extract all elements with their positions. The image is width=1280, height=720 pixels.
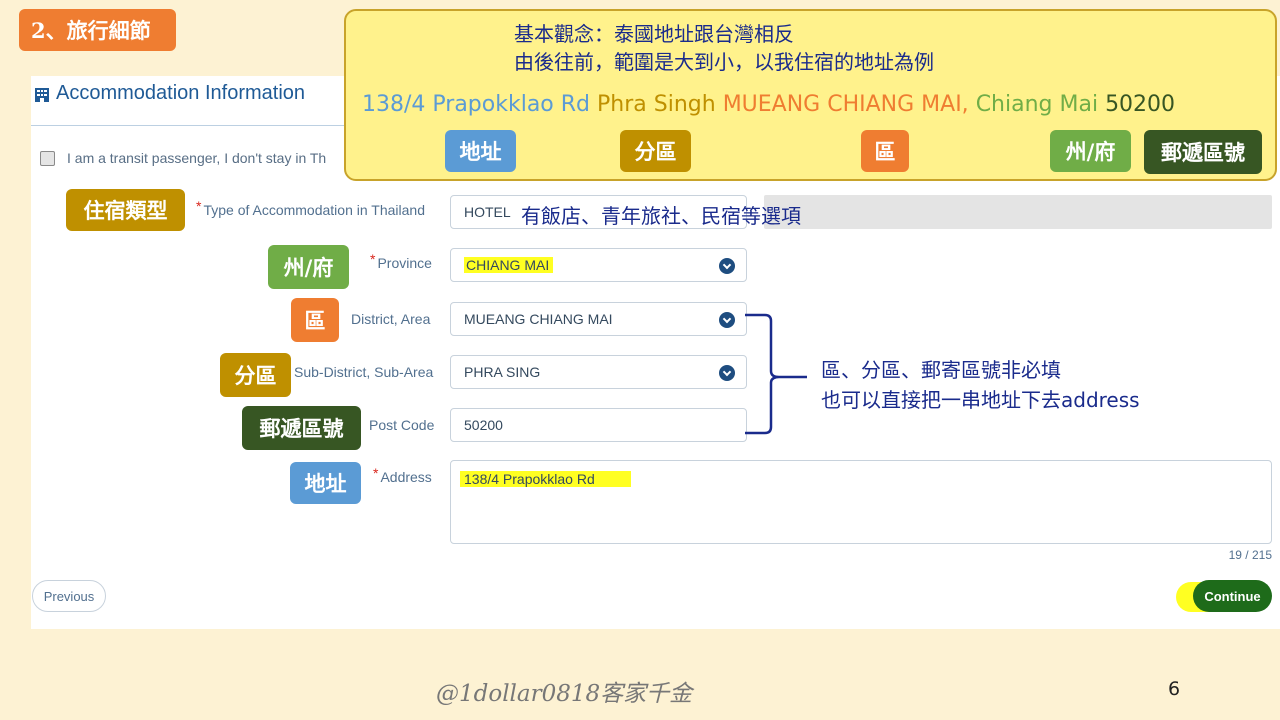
district-tag: 區	[291, 298, 339, 342]
previous-button[interactable]: Previous	[32, 580, 106, 612]
chevron-down-icon	[719, 365, 735, 381]
district-label: District, Area	[351, 311, 431, 327]
postcode-input[interactable]: 50200	[450, 408, 747, 442]
callout-tag-postcode: 郵遞區號	[1144, 130, 1262, 174]
address-example: 138/4 Prapokklao Rd Phra Singh MUEANG CH…	[362, 92, 1175, 117]
transit-label: I am a transit passenger, I don't stay i…	[67, 150, 327, 166]
postcode-value: 50200	[464, 417, 503, 433]
title-divider	[31, 125, 346, 126]
callout-tag-district: 區	[861, 130, 909, 172]
postcode-label: Post Code	[369, 417, 435, 433]
province-tag: 州/府	[268, 245, 349, 289]
type-value: HOTEL	[464, 204, 511, 220]
type-note: 有飯店、青年旅社、民宿等選項	[521, 204, 801, 228]
form-title: Accommodation Information	[34, 82, 305, 105]
addr-district: MUEANG CHIANG MAI,	[722, 92, 969, 117]
brace-bracket	[745, 313, 807, 435]
page-number: 6	[1168, 678, 1181, 700]
callout-tag-address: 地址	[445, 130, 516, 172]
type-label: * Type of Accommodation in Thailand	[196, 198, 425, 218]
subdistrict-label: Sub-District, Sub-Area	[294, 364, 434, 380]
callout-tag-subdistrict: 分區	[620, 130, 691, 172]
transit-row[interactable]: I am a transit passenger, I don't stay i…	[40, 150, 326, 166]
type-extra-field	[764, 195, 1272, 229]
province-label: * Province	[370, 251, 432, 271]
addr-province: Chiang Mai	[975, 92, 1099, 117]
form-title-text: Accommodation Information	[56, 82, 306, 104]
district-value: MUEANG CHIANG MAI	[464, 311, 613, 327]
chevron-down-icon	[719, 312, 735, 328]
subdistrict-tag: 分區	[220, 353, 291, 397]
transit-checkbox[interactable]	[40, 150, 55, 166]
section-badge: 2、旅行細節	[19, 9, 176, 51]
addr-street: 138/4 Prapokklao Rd	[362, 92, 591, 117]
address-char-count: 19 / 215	[1228, 548, 1272, 562]
continue-button[interactable]: Continue	[1193, 580, 1272, 612]
callout-line-2: 由後往前，範圍是大到小，以我住宿的地址為例	[514, 50, 934, 74]
province-value: CHIANG MAI	[464, 257, 554, 273]
subdistrict-select[interactable]: PHRA SING	[450, 355, 747, 389]
type-tag: 住宿類型	[66, 189, 185, 231]
province-select[interactable]: CHIANG MAI	[450, 248, 747, 282]
addr-subdistrict: Phra Singh	[597, 92, 716, 117]
optional-note-line-2: 也可以直接把一串地址下去address	[821, 388, 1140, 412]
building-icon	[35, 87, 49, 102]
subdistrict-value: PHRA SING	[464, 364, 541, 380]
postcode-tag: 郵遞區號	[242, 406, 361, 450]
callout-tag-province: 州/府	[1050, 130, 1131, 172]
callout-line-1: 基本觀念：泰國地址跟台灣相反	[514, 22, 794, 46]
address-tag: 地址	[290, 462, 361, 504]
address-label: * Address	[373, 465, 432, 485]
district-select[interactable]: MUEANG CHIANG MAI	[450, 302, 747, 336]
optional-note-line-1: 區、分區、郵寄區號非必填	[821, 358, 1061, 382]
address-value: 138/4 Prapokklao Rd	[460, 471, 631, 487]
addr-postcode: 50200	[1105, 92, 1176, 117]
chevron-down-icon	[719, 258, 735, 274]
watermark: @1dollar0818客家千金	[436, 681, 693, 707]
